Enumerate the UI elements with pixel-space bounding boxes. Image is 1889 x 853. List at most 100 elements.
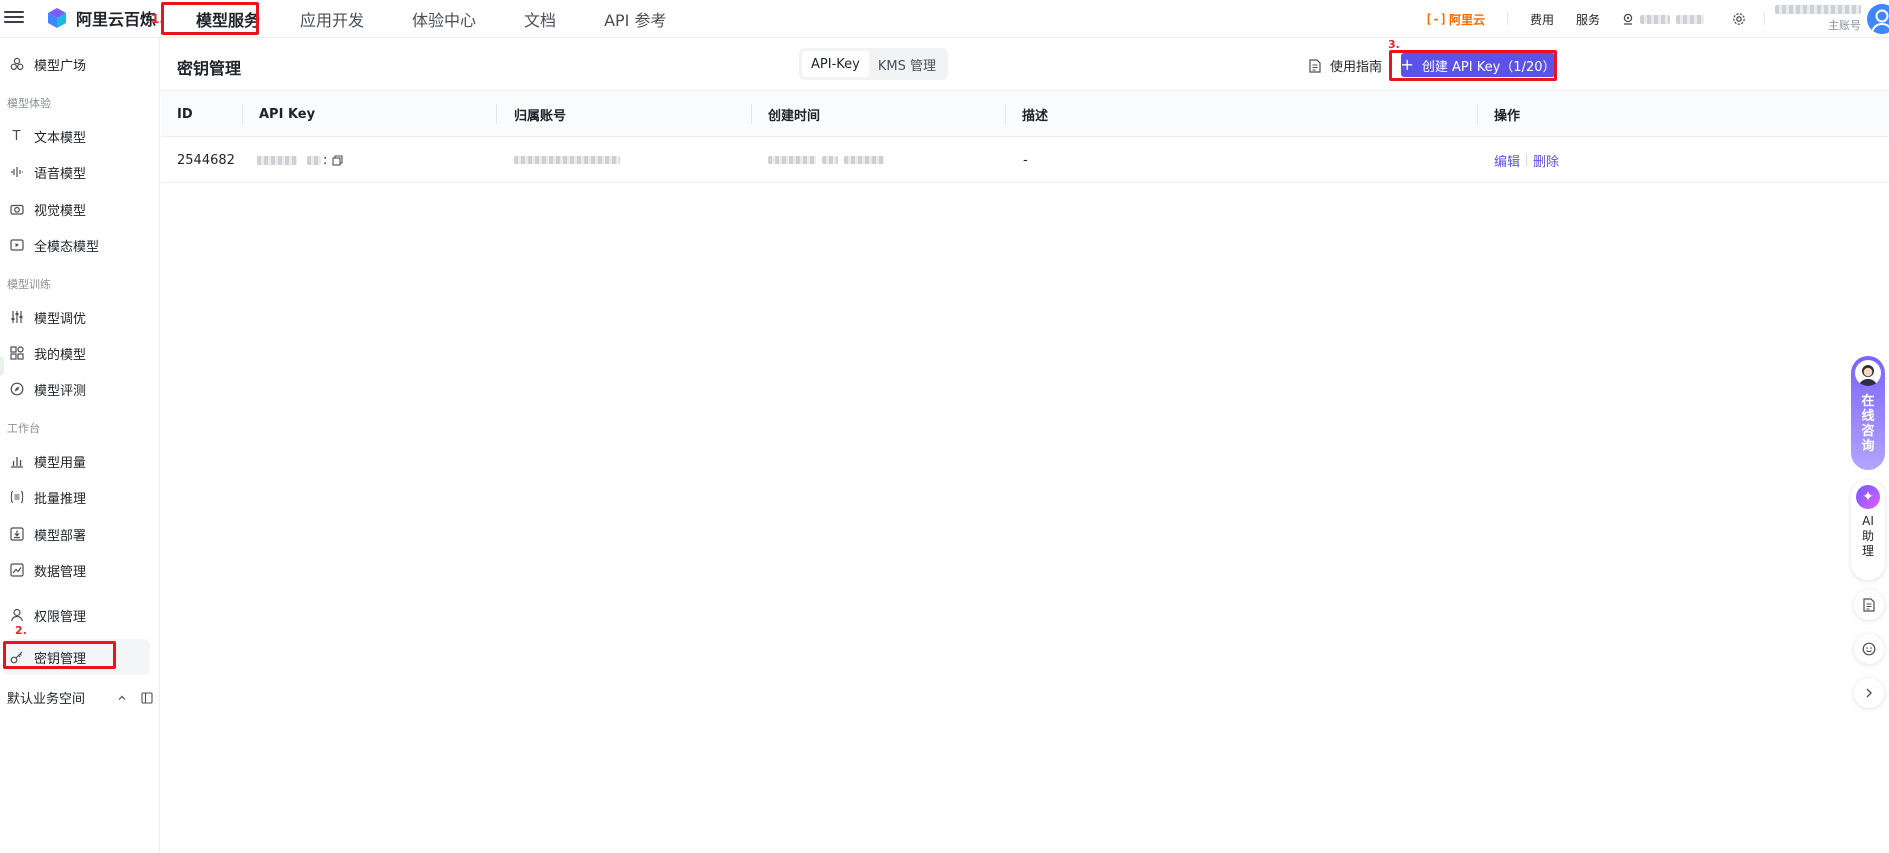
nav-api-reference[interactable]: API 参考 <box>604 7 666 31</box>
cell-created-time <box>768 137 884 183</box>
sidebar-item-label: 模型广场 <box>34 58 87 74</box>
camera-icon <box>9 202 24 217</box>
user-account[interactable]: 主账号 <box>1775 5 1861 33</box>
cell-description: - <box>1023 152 1028 168</box>
blurred-text <box>514 156 620 164</box>
copy-icon[interactable] <box>332 154 343 166</box>
location-icon <box>1622 13 1634 25</box>
sidebar-item-voice-model[interactable]: 语音模型 <box>0 154 160 190</box>
sidebar-item-evaluation[interactable]: 模型评测 <box>0 371 160 407</box>
aliyun-brand-link[interactable]: [-] 阿里云 <box>1425 11 1485 28</box>
list-brackets-icon <box>9 490 24 505</box>
document-icon <box>1309 58 1321 73</box>
online-consult-button[interactable]: 在线咨询 <box>1851 356 1885 470</box>
edit-link[interactable]: 编辑 <box>1494 151 1520 170</box>
ai-assistant-label: AI助理 <box>1861 514 1874 558</box>
sidebar-item-deploy[interactable]: 模型部署 <box>0 516 160 552</box>
download-box-icon <box>9 527 24 542</box>
ai-assistant-button[interactable]: ✦ AI助理 <box>1851 480 1885 580</box>
blurred-text <box>307 155 321 165</box>
logo-icon <box>46 7 68 29</box>
blurred-text <box>844 156 884 164</box>
chevron-up-icon[interactable] <box>117 693 127 703</box>
sidebar-item-omni-model[interactable]: 全模态模型 <box>0 227 160 263</box>
collapse-sidebar-icon[interactable] <box>141 691 153 704</box>
workspace-label: 默认业务空间 <box>7 692 86 707</box>
waveform-icon <box>9 165 24 180</box>
document-icon[interactable] <box>1854 590 1884 620</box>
grid-icon <box>9 346 24 361</box>
chevron-right-icon[interactable] <box>1854 678 1884 708</box>
menu-icon[interactable] <box>4 8 24 26</box>
avatar[interactable] <box>1867 4 1889 34</box>
column-divider <box>751 104 752 124</box>
divider <box>1526 154 1528 166</box>
gear-icon[interactable] <box>1732 12 1746 26</box>
sidebar-group-experience: 模型体验 <box>7 97 51 110</box>
column-header-api-key: API Key <box>259 106 316 122</box>
column-header-id: ID <box>177 106 193 122</box>
aliyun-brand-label: 阿里云 <box>1448 12 1485 27</box>
column-divider <box>1477 104 1478 124</box>
blurred-text <box>257 155 297 165</box>
divider <box>1506 12 1508 26</box>
sidebar-item-label: 语音模型 <box>34 166 87 182</box>
ai-sparkle-icon: ✦ <box>1856 485 1880 509</box>
top-right-area: [-] 阿里云 费用 服务 主账号 <box>1425 0 1889 38</box>
app-name: 阿里云百炼 <box>76 10 157 29</box>
delete-link[interactable]: 删除 <box>1533 151 1559 170</box>
nav-docs[interactable]: 文档 <box>524 7 556 31</box>
sidebar-item-model-plaza[interactable]: 模型广场 <box>0 46 160 82</box>
highlight-box-step-3 <box>1389 50 1557 81</box>
region-selector[interactable] <box>1622 13 1704 25</box>
sidebar-item-label: 模型用量 <box>34 455 87 471</box>
aliyun-brand-icon: [-] <box>1425 12 1447 26</box>
tab-api-key[interactable]: API-Key <box>802 51 869 77</box>
column-divider <box>496 104 497 124</box>
usage-guide-link[interactable]: 使用指南 <box>1309 56 1382 75</box>
nav-experience-center[interactable]: 体验中心 <box>412 7 476 31</box>
sidebar-item-my-models[interactable]: 我的模型 <box>0 335 160 371</box>
smiley-icon[interactable] <box>1854 634 1884 664</box>
agent-avatar-icon <box>1855 360 1881 386</box>
sidebar-item-label: 模型部署 <box>34 528 87 544</box>
nav-app-dev[interactable]: 应用开发 <box>300 7 364 31</box>
sidebar-item-label: 模型调优 <box>34 311 87 327</box>
text-icon: T <box>12 128 21 144</box>
blurred-text <box>1775 5 1861 14</box>
usage-guide-label: 使用指南 <box>1330 60 1383 75</box>
workspace-switcher[interactable]: 默认业务空间 <box>7 688 153 707</box>
shapes-icon <box>9 57 24 72</box>
tab-kms[interactable]: KMS 管理 <box>869 51 945 77</box>
main-content: 密钥管理 API-Key KMS 管理 使用指南 3. + 创建 API Key… <box>161 38 1889 853</box>
sidebar-item-tuning[interactable]: 模型调优 <box>0 299 160 335</box>
sidebar-item-vision-model[interactable]: 视觉模型 <box>0 191 160 227</box>
video-icon <box>9 238 24 253</box>
highlight-box-step-1 <box>161 2 259 35</box>
top-bar: 阿里云百炼 1. 模型服务 应用开发 体验中心 文档 API 参考 [-] 阿里… <box>0 0 1889 38</box>
sub-account-label: 主账号 <box>1828 19 1861 32</box>
sidebar-item-label: 数据管理 <box>34 564 87 580</box>
fees-link[interactable]: 费用 <box>1530 11 1554 28</box>
divider <box>1764 12 1765 26</box>
sidebar-item-text-model[interactable]: T 文本模型 <box>0 118 160 154</box>
app-logo[interactable]: 阿里云百炼 <box>46 6 156 30</box>
sidebar-item-label: 文本模型 <box>34 130 87 146</box>
key-type-tabs: API-Key KMS 管理 <box>799 48 948 80</box>
blurred-text <box>1676 14 1704 24</box>
column-header-account: 归属账号 <box>514 108 567 124</box>
column-divider <box>242 104 243 124</box>
sidebar-group-workbench: 工作台 <box>7 422 40 435</box>
sidebar-item-label: 全模态模型 <box>34 239 100 255</box>
sidebar-item-data[interactable]: 数据管理 <box>0 552 160 588</box>
highlight-box-step-2 <box>3 641 116 669</box>
sidebar-item-batch[interactable]: 批量推理 <box>0 479 160 515</box>
user-icon <box>9 608 24 623</box>
sidebar-item-usage[interactable]: 模型用量 <box>0 443 160 479</box>
sliders-icon <box>9 310 24 325</box>
sidebar-item-label: 权限管理 <box>34 609 87 625</box>
sidebar-item-label: 我的模型 <box>34 347 87 363</box>
column-header-description: 描述 <box>1022 108 1049 124</box>
blurred-text <box>768 156 816 164</box>
service-link[interactable]: 服务 <box>1576 11 1600 28</box>
